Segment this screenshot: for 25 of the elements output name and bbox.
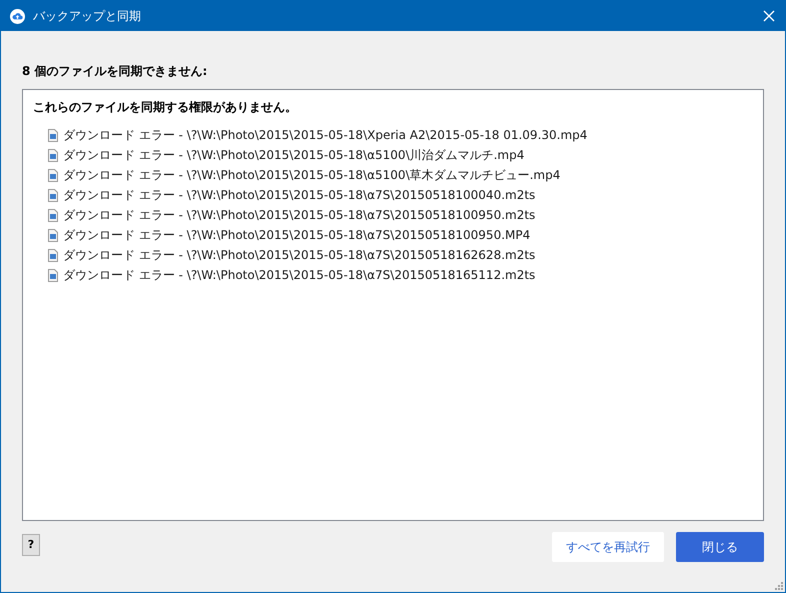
file-icon [47, 268, 59, 282]
close-button[interactable]: 閉じる [676, 532, 764, 562]
error-item: ダウンロード エラー - \?\W:\Photo\2015\2015-05-18\α7S\20150518165112.m2ts [63, 267, 536, 284]
error-item: ダウンロード エラー - \?\W:\Photo\2015\2015-05-18\α7S\20150518100950.MP4 [63, 227, 530, 244]
file-icon [47, 128, 59, 142]
window-title: バックアップと同期 [33, 8, 141, 25]
close-icon[interactable] [763, 10, 775, 22]
error-item: ダウンロード エラー - \?\W:\Photo\2015\2015-05-18\α7S\20150518162628.m2ts [63, 247, 536, 264]
error-item: ダウンロード エラー - \?\W:\Photo\2015\2015-05-18\α5100\草木ダムマルチビュー.mp4 [63, 167, 560, 184]
file-icon [47, 188, 59, 202]
cloud-upload-icon [10, 8, 25, 24]
retry-all-button[interactable]: すべてを再試行 [552, 532, 664, 562]
error-item: ダウンロード エラー - \?\W:\Photo\2015\2015-05-18\Xperia A2\2015-05-18 01.09.30.mp4 [63, 127, 588, 144]
resize-grip-icon[interactable] [775, 582, 783, 590]
file-icon [47, 248, 59, 262]
file-icon [47, 228, 59, 242]
permission-message: これらのファイルを同期する権限がありません。 [33, 99, 298, 116]
help-button[interactable]: ? [22, 534, 40, 556]
error-heading: 8 個のファイルを同期できません: [22, 63, 208, 80]
error-item: ダウンロード エラー - \?\W:\Photo\2015\2015-05-18\α7S\20150518100040.m2ts [63, 187, 536, 204]
file-icon [47, 168, 59, 182]
file-icon [47, 148, 59, 162]
file-icon [47, 208, 59, 222]
error-item: ダウンロード エラー - \?\W:\Photo\2015\2015-05-18\α5100\川治ダムマルチ.mp4 [63, 147, 524, 164]
error-item: ダウンロード エラー - \?\W:\Photo\2015\2015-05-18\α7S\20150518100950.m2ts [63, 207, 536, 224]
